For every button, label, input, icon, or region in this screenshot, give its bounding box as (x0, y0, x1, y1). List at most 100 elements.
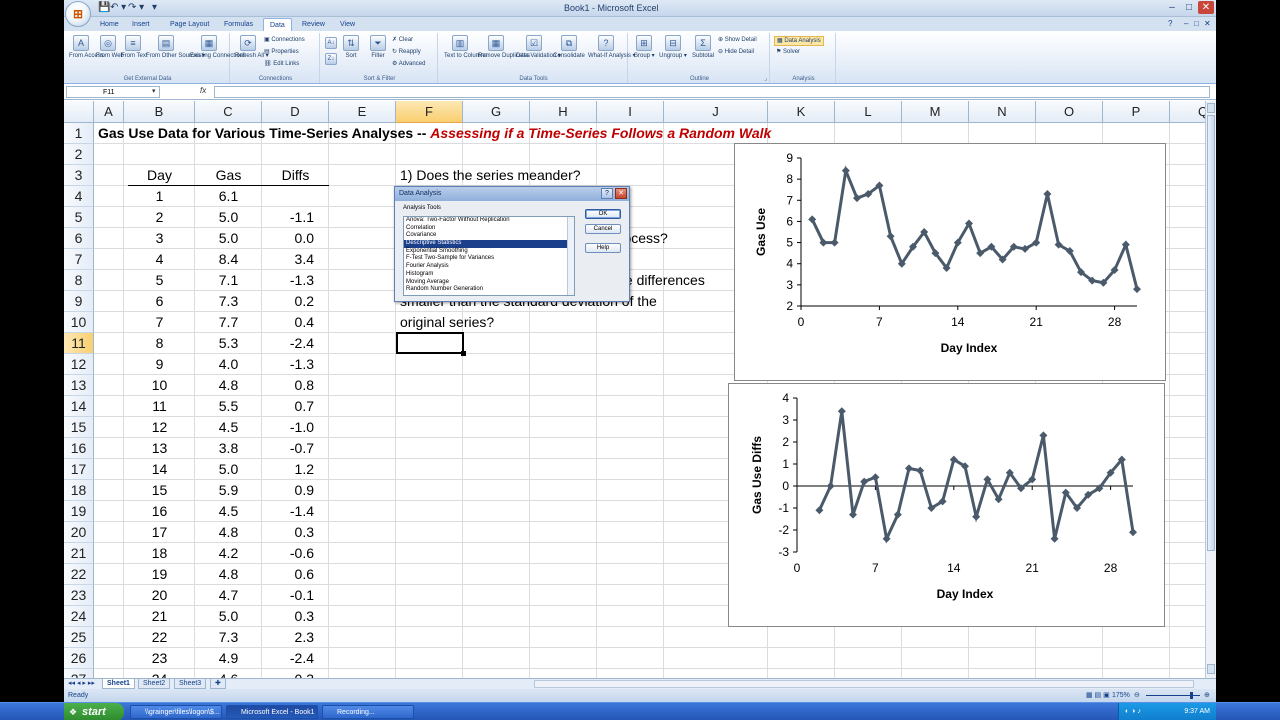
list-scrollbar[interactable] (567, 217, 574, 295)
row-header-10[interactable]: 10 (64, 312, 94, 333)
save-icon[interactable]: 💾 (98, 2, 110, 14)
cell-gas[interactable]: 5.0 (195, 459, 262, 480)
tab-data[interactable]: Data (263, 18, 292, 31)
active-cell-f11[interactable] (396, 332, 464, 354)
reapply-button[interactable]: ↻ Reapply (392, 48, 421, 56)
cancel-button[interactable]: Cancel (585, 224, 621, 234)
column-header-n[interactable]: N (969, 101, 1036, 123)
filter-button[interactable]: ⏷ Filter (366, 35, 390, 60)
question-1[interactable]: 1) Does the series meander? (400, 165, 581, 186)
column-header-e[interactable]: E (329, 101, 396, 123)
existing-connections-button[interactable]: ▦ Existing Connections (190, 35, 246, 60)
column-header-o[interactable]: O (1036, 101, 1103, 123)
tray-icons[interactable]: ◐ ◑ ♪ (1125, 703, 1141, 720)
cell-gas[interactable]: 7.1 (195, 270, 262, 291)
row-header-18[interactable]: 18 (64, 480, 94, 501)
cell-diff[interactable]: 3.4 (262, 249, 314, 270)
analysis-tools-list[interactable]: Anova: Two-Factor Without Replication Cor… (403, 216, 575, 296)
cell-day[interactable]: 11 (124, 396, 195, 417)
row-header-6[interactable]: 6 (64, 228, 94, 249)
undo-icon[interactable]: ↶ ▾ (110, 2, 126, 14)
what-if-analysis-button[interactable]: ? What-If Analysis ▾ (588, 35, 636, 60)
cell-diff[interactable]: 0.6 (262, 564, 314, 585)
cell-gas[interactable]: 5.9 (195, 480, 262, 501)
cell-day[interactable]: 14 (124, 459, 195, 480)
consolidate-button[interactable]: ⧉ Consolidate (552, 35, 586, 60)
cell-diff[interactable]: -2.4 (262, 648, 314, 669)
cell-day[interactable]: 18 (124, 543, 195, 564)
fill-handle[interactable] (461, 351, 466, 356)
close-icon[interactable]: ✕ (1198, 1, 1214, 14)
cell-gas[interactable]: 4.6 (195, 669, 262, 678)
cell-day[interactable]: 1 (124, 186, 195, 207)
outline-dialog-launcher-icon[interactable]: ⌟ (764, 75, 767, 82)
advanced-button[interactable]: ⚙ Advanced (392, 60, 425, 68)
cell-day[interactable]: 4 (124, 249, 195, 270)
sheet-title[interactable]: Gas Use Data for Various Time-Series Ana… (98, 123, 771, 144)
column-header-a[interactable]: A (94, 101, 124, 123)
cell-gas[interactable]: 5.5 (195, 396, 262, 417)
cell-day[interactable]: 23 (124, 648, 195, 669)
row-header-1[interactable]: 1 (64, 123, 94, 144)
scroll-thumb[interactable] (1207, 115, 1215, 551)
dialog-close-icon[interactable]: ✕ (615, 188, 627, 199)
horizontal-scrollbar[interactable] (534, 680, 1194, 688)
row-header-5[interactable]: 5 (64, 207, 94, 228)
tab-home[interactable]: Home (94, 18, 125, 31)
taskbar-item-recording[interactable]: Recording... (322, 705, 414, 719)
question-3-line-3[interactable]: original series? (400, 312, 494, 333)
function-icon[interactable]: fx (200, 86, 206, 95)
cell-gas[interactable]: 3.8 (195, 438, 262, 459)
cell-diff[interactable]: 0.7 (262, 396, 314, 417)
workbook-close-icon[interactable]: ✕ (1204, 19, 1211, 28)
header-day[interactable]: Day (124, 165, 195, 186)
insert-sheet-icon[interactable]: ✚ (210, 679, 226, 689)
cell-gas[interactable]: 6.1 (195, 186, 262, 207)
zoom-out-icon[interactable]: ⊖ (1134, 689, 1140, 702)
column-header-k[interactable]: K (768, 101, 835, 123)
cell-gas[interactable]: 5.0 (195, 207, 262, 228)
analysis-tool-item[interactable]: Fourier Analysis (404, 263, 574, 271)
clear-button[interactable]: ✗ Clear (392, 36, 413, 44)
sort-button[interactable]: ⇅ Sort (340, 35, 362, 60)
ribbon-restore-icon[interactable]: □ (1194, 19, 1199, 28)
cell-day[interactable]: 16 (124, 501, 195, 522)
properties-button[interactable]: ▤ Properties (264, 48, 299, 56)
row-header-4[interactable]: 4 (64, 186, 94, 207)
from-text-button[interactable]: ≡ From Text (121, 35, 148, 60)
cell-day[interactable]: 3 (124, 228, 195, 249)
column-header-h[interactable]: H (530, 101, 597, 123)
help-icon[interactable]: ? (1168, 19, 1172, 28)
column-header-i[interactable]: I (597, 101, 664, 123)
scroll-down-icon[interactable] (1207, 664, 1215, 674)
row-header-2[interactable]: 2 (64, 144, 94, 165)
cell-diff[interactable]: 1.2 (262, 459, 314, 480)
maximize-icon[interactable]: □ (1181, 1, 1197, 14)
row-header-9[interactable]: 9 (64, 291, 94, 312)
cell-gas[interactable]: 4.9 (195, 648, 262, 669)
sheet-tab-2[interactable]: Sheet2 (138, 679, 171, 689)
taskbar-item-folder[interactable]: \\grainger\files\logon\$... (130, 705, 222, 719)
cell-diff[interactable]: 0.0 (262, 228, 314, 249)
row-header-17[interactable]: 17 (64, 459, 94, 480)
cell-diff[interactable]: -0.3 (262, 669, 314, 678)
sheet-tab-1[interactable]: Sheet1 (102, 679, 135, 689)
cell-diff[interactable]: -2.4 (262, 333, 314, 354)
cell-day[interactable]: 20 (124, 585, 195, 606)
cell-gas[interactable]: 7.3 (195, 291, 262, 312)
scroll-up-icon[interactable] (1207, 103, 1215, 113)
ungroup-button[interactable]: ⊟ Ungroup ▾ (658, 35, 688, 60)
cell-diff[interactable]: -1.0 (262, 417, 314, 438)
cell-gas[interactable]: 8.4 (195, 249, 262, 270)
row-header-19[interactable]: 19 (64, 501, 94, 522)
column-header-j[interactable]: J (664, 101, 768, 123)
cell-day[interactable]: 17 (124, 522, 195, 543)
view-buttons-icon[interactable]: ▦ ▤ ▣ (1086, 689, 1110, 702)
header-diffs[interactable]: Diffs (262, 165, 329, 186)
redo-icon[interactable]: ↷ ▾ (128, 2, 144, 14)
row-header-13[interactable]: 13 (64, 375, 94, 396)
ok-button[interactable]: OK (585, 209, 621, 219)
cell-day[interactable]: 13 (124, 438, 195, 459)
cell-gas[interactable]: 4.0 (195, 354, 262, 375)
dialog-help-icon[interactable]: ? (601, 188, 613, 199)
